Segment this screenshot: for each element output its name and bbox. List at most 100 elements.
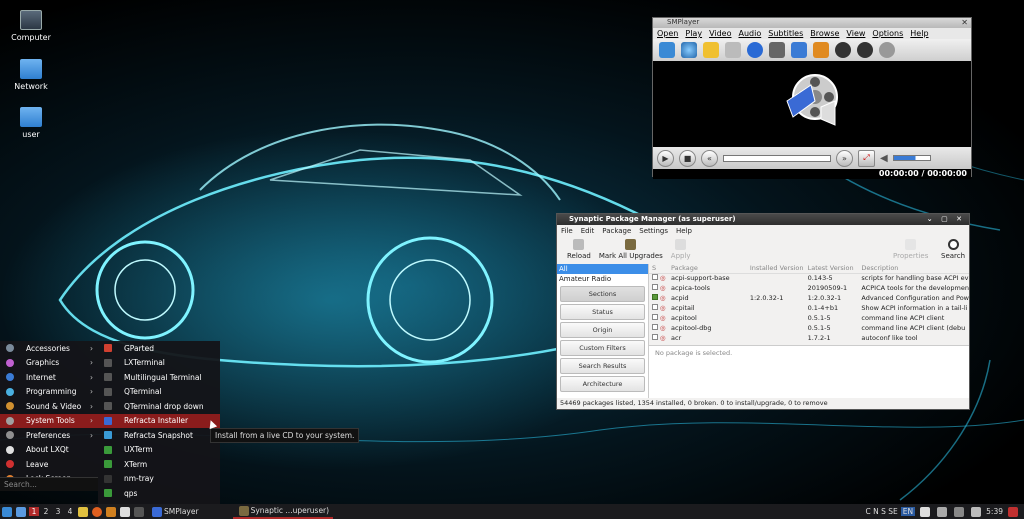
- column-header-package[interactable]: Package: [670, 264, 750, 274]
- clipboard-icon[interactable]: [920, 506, 931, 517]
- fullscreen-button[interactable]: ⤢: [858, 149, 875, 167]
- window-controls[interactable]: ⌄ ▢ ✕: [927, 214, 965, 225]
- sections-button[interactable]: Sections: [560, 286, 645, 302]
- table-row[interactable]: ◎ acpitool-dbg 0.5.1-5 command line ACPI cl…: [649, 323, 969, 333]
- column-header-status[interactable]: S: [649, 264, 660, 274]
- table-row[interactable]: ◎ acpid 1:2.0.32-1 1:2.0.32-1 Advanced Confi…: [649, 293, 969, 303]
- network-icon[interactable]: [937, 506, 948, 517]
- screenshot-icon[interactable]: [725, 42, 741, 58]
- menu-item-accessories[interactable]: Accessories ›: [0, 341, 98, 356]
- search-results-button[interactable]: Search Results: [560, 358, 645, 374]
- firefox-icon[interactable]: [92, 506, 102, 517]
- menu-video[interactable]: Video: [709, 29, 731, 38]
- window-titlebar[interactable]: SMPlayer ✕: [653, 18, 971, 28]
- stop-button[interactable]: ■: [679, 149, 696, 167]
- forward-button[interactable]: »: [836, 149, 853, 167]
- keyboard-layout[interactable]: EN: [900, 507, 916, 516]
- submenu-item-xterm[interactable]: XTerm: [98, 457, 220, 472]
- keyboard-state[interactable]: C N S SE: [866, 507, 898, 516]
- column-header-latest-version[interactable]: Latest Version: [807, 264, 862, 274]
- menu-help[interactable]: Help: [676, 227, 692, 235]
- previous-icon[interactable]: [835, 42, 851, 58]
- workspace-3[interactable]: 3: [53, 507, 63, 516]
- info-icon[interactable]: [747, 42, 763, 58]
- submenu-item-uxterm[interactable]: UXTerm: [98, 443, 220, 458]
- subtitles-icon[interactable]: [879, 42, 895, 58]
- terminal-icon[interactable]: [134, 506, 144, 517]
- menu-help[interactable]: Help: [910, 29, 928, 38]
- table-row[interactable]: ◎ acpitail 0.1-4+b1 Show ACPI information i…: [649, 303, 969, 313]
- table-row[interactable]: ◎ acpi-support-base 0.143-5 scripts for han…: [649, 273, 969, 283]
- mark-all-upgrades-button[interactable]: Mark All Upgrades: [595, 236, 667, 262]
- video-area[interactable]: [653, 61, 971, 147]
- start-menu-icon[interactable]: [2, 506, 12, 517]
- table-row[interactable]: ◎ acr 1.7.2-1 autoconf like tool: [649, 333, 969, 343]
- file-manager-icon[interactable]: [78, 506, 88, 517]
- synaptic-window[interactable]: Synaptic Package Manager (as superuser) …: [556, 213, 970, 410]
- close-icon[interactable]: ✕: [961, 18, 968, 27]
- play-button[interactable]: ▶: [657, 149, 674, 167]
- power-icon[interactable]: [1008, 506, 1018, 517]
- text-editor-icon[interactable]: [120, 506, 130, 517]
- menu-file[interactable]: File: [561, 227, 573, 235]
- menu-search-input[interactable]: Search...: [0, 477, 98, 491]
- desktop-icon-user[interactable]: user: [8, 107, 54, 139]
- submenu-item-qps[interactable]: qps: [98, 486, 220, 501]
- workspace-4[interactable]: 4: [65, 507, 75, 516]
- properties-button[interactable]: Properties: [889, 239, 932, 262]
- menu-open[interactable]: Open: [657, 29, 678, 38]
- filter-item-amateur-radio[interactable]: Amateur Radio: [557, 274, 648, 284]
- workspace-1[interactable]: 1: [29, 507, 39, 516]
- rewind-button[interactable]: «: [701, 149, 718, 167]
- menu-package[interactable]: Package: [602, 227, 631, 235]
- package-checkbox[interactable]: [652, 324, 658, 330]
- task-synaptic[interactable]: Synaptic ...uperuser): [232, 504, 334, 519]
- architecture-button[interactable]: Architecture: [560, 376, 645, 392]
- volume-icon[interactable]: ◀: [880, 153, 888, 164]
- column-header-description[interactable]: Description: [861, 264, 969, 274]
- workspace-2[interactable]: 2: [41, 507, 51, 516]
- origin-button[interactable]: Origin: [560, 322, 645, 338]
- show-desktop-icon[interactable]: [16, 506, 26, 517]
- search-button[interactable]: Search: [937, 239, 969, 262]
- printer-icon[interactable]: [954, 506, 965, 517]
- smplayer-window[interactable]: SMPlayer ✕ Open Play Video Audio Subtitl…: [652, 17, 972, 179]
- clock[interactable]: 5:39: [986, 507, 1003, 516]
- task-smplayer[interactable]: SMPlayer: [146, 504, 203, 519]
- submenu-item-lxterminal[interactable]: LXTerminal: [98, 356, 220, 371]
- table-row[interactable]: ◎ acpica-tools 20190509-1 ACPICA tools for …: [649, 283, 969, 293]
- submenu-item-refracta-snapshot[interactable]: Refracta Snapshot: [98, 428, 220, 443]
- menu-item-preferences[interactable]: Preferences ›: [0, 428, 98, 443]
- menu-view[interactable]: View: [846, 29, 865, 38]
- volume-slider[interactable]: [892, 155, 931, 161]
- submenu-item-refracta-installer[interactable]: Refracta Installer: [98, 413, 220, 428]
- seek-bar[interactable]: [723, 154, 831, 162]
- open-file-icon[interactable]: [659, 42, 675, 58]
- menu-settings[interactable]: Settings: [639, 227, 668, 235]
- favorites-icon[interactable]: [703, 42, 719, 58]
- status-button[interactable]: Status: [560, 304, 645, 320]
- menu-options[interactable]: Options: [872, 29, 903, 38]
- menu-item-about-lxqt[interactable]: About LXQt: [0, 443, 98, 458]
- column-header-installed-version[interactable]: Installed Version: [749, 264, 808, 274]
- menu-item-leave[interactable]: Leave: [0, 457, 98, 472]
- submenu-item-qterminal[interactable]: QTerminal: [98, 385, 220, 400]
- desktop-icon-computer[interactable]: Computer: [8, 10, 54, 42]
- package-icon[interactable]: [106, 506, 116, 517]
- submenu-item-gparted[interactable]: GParted: [98, 341, 220, 356]
- submenu-item-nm-tray[interactable]: nm-tray: [98, 472, 220, 487]
- menu-edit[interactable]: Edit: [581, 227, 595, 235]
- menu-item-programming[interactable]: Programming ›: [0, 385, 98, 400]
- table-row[interactable]: ◎ acpitool 0.5.1-5 command line ACPI client: [649, 313, 969, 323]
- preferences-icon[interactable]: [813, 42, 829, 58]
- menu-item-graphics[interactable]: Graphics ›: [0, 356, 98, 371]
- desktop-icon-network[interactable]: Network: [8, 59, 54, 91]
- menu-subtitles[interactable]: Subtitles: [768, 29, 803, 38]
- open-url-icon[interactable]: [681, 42, 697, 58]
- package-checkbox[interactable]: [652, 334, 658, 340]
- fullscreen-icon[interactable]: [791, 42, 807, 58]
- filter-item-all[interactable]: All: [557, 264, 648, 274]
- submenu-item-qterminal-drop-down[interactable]: QTerminal drop down: [98, 399, 220, 414]
- menu-item-internet[interactable]: Internet ›: [0, 370, 98, 385]
- window-titlebar[interactable]: Synaptic Package Manager (as superuser) …: [557, 214, 969, 225]
